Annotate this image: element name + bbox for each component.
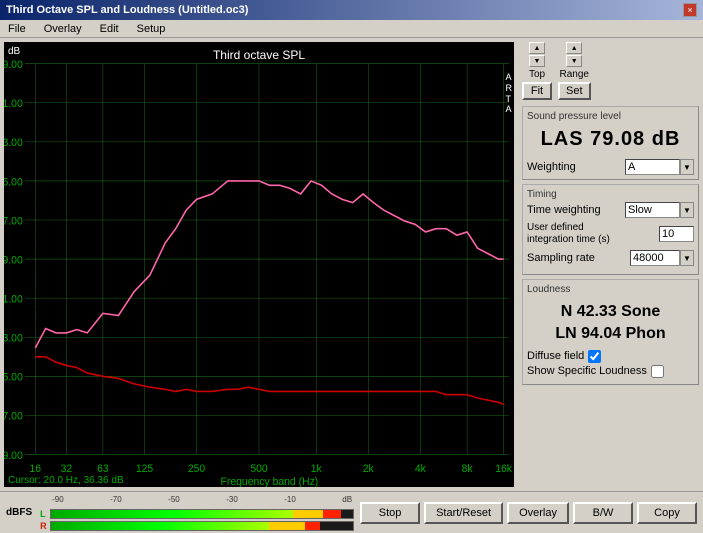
copy-button[interactable]: Copy: [637, 502, 697, 524]
menu-setup[interactable]: Setup: [133, 22, 170, 36]
arta-label: ARTA: [506, 72, 513, 115]
bw-button[interactable]: B/W: [573, 502, 633, 524]
svg-text:17.00: 17.00: [4, 411, 23, 423]
range-arrow-group: ▲ ▼: [566, 42, 582, 67]
timing-section: Timing Time weighting Slow ▼ User define…: [522, 184, 699, 275]
main-content: dB Third octave SPL ARTA: [0, 38, 703, 491]
time-weighting-dropdown[interactable]: Slow: [625, 202, 680, 218]
spl-value: LAS 79.08 dB: [527, 124, 694, 155]
close-button[interactable]: ×: [683, 3, 697, 17]
specific-loudness-row: Show Specific Loudness: [527, 365, 694, 378]
cursor-text: Cursor: 20.0 Hz, 36.36 dB: [8, 475, 124, 486]
top-down-button[interactable]: ▼: [529, 55, 545, 67]
spl-section: Sound pressure level LAS 79.08 dB Weight…: [522, 106, 699, 180]
time-weighting-row: Time weighting Slow ▼: [527, 202, 694, 218]
meter-r-green: [51, 522, 268, 530]
meter-l-yellow: [293, 510, 323, 518]
diffuse-field-row: Diffuse field: [527, 350, 694, 363]
svg-text:89.00: 89.00: [4, 59, 23, 71]
title-bar: Third Octave SPL and Loudness (Untitled.…: [0, 0, 703, 20]
level-meters: -90 -70 -50 -30 -10 dB L R: [40, 495, 354, 531]
meter-l-green: [51, 510, 293, 518]
chart-area: dB Third octave SPL ARTA: [4, 42, 514, 487]
menu-overlay[interactable]: Overlay: [40, 22, 86, 36]
chart-svg: 89.00 81.00 73.00 65.00 57.00 49.00 41.0…: [4, 42, 514, 487]
top-label: Top: [529, 69, 545, 80]
spl-label: Sound pressure level: [527, 111, 694, 122]
diffuse-label: Diffuse field: [527, 350, 584, 362]
meter-r-label: R: [40, 521, 48, 531]
stop-button[interactable]: Stop: [360, 502, 420, 524]
time-weighting-arrow[interactable]: ▼: [680, 202, 694, 218]
bottom-bar: dBFS -90 -70 -50 -30 -10 dB L: [0, 491, 703, 533]
menu-bar: File Overlay Edit Setup: [0, 20, 703, 38]
svg-text:81.00: 81.00: [4, 98, 23, 110]
sampling-row: Sampling rate 48000 ▼: [527, 250, 694, 266]
range-up-button[interactable]: ▲: [566, 42, 582, 54]
chart-title: Third octave SPL: [211, 46, 307, 64]
sampling-dropdown[interactable]: 48000: [630, 250, 680, 266]
scale-minus70: -70: [110, 495, 122, 504]
specific-checkbox[interactable]: [651, 365, 664, 378]
top-arrow-group: ▲ ▼: [529, 42, 545, 67]
start-reset-button[interactable]: Start/Reset: [424, 502, 503, 524]
y-axis-label: dB: [8, 46, 20, 57]
sampling-value: 48000: [633, 252, 664, 264]
range-label: Range: [560, 69, 589, 80]
integration-row: User definedintegration time (s): [527, 222, 694, 246]
loudness-value: N 42.33 Sone LN 94.04 Phon: [527, 297, 694, 350]
weighting-label: Weighting: [527, 161, 576, 173]
svg-text:25.00: 25.00: [4, 371, 23, 383]
scale-minus50: -50: [168, 495, 180, 504]
diffuse-checkbox[interactable]: [588, 350, 601, 363]
svg-text:65.00: 65.00: [4, 176, 23, 188]
svg-text:9.00: 9.00: [4, 450, 23, 462]
meter-l-label: L: [40, 509, 48, 519]
integration-input[interactable]: [659, 226, 694, 242]
sampling-arrow[interactable]: ▼: [680, 250, 694, 266]
right-panel: ▲ ▼ Top Fit ▲ ▼ Range Set Sound pressure…: [518, 38, 703, 491]
svg-text:33.00: 33.00: [4, 332, 23, 344]
scale-minus10: -10: [284, 495, 296, 504]
integration-label: User definedintegration time (s): [527, 222, 610, 246]
meter-bar-r: [50, 521, 354, 531]
meter-l-red: [323, 510, 341, 518]
menu-file[interactable]: File: [4, 22, 30, 36]
weighting-value: A: [628, 161, 635, 173]
top-controls: ▲ ▼ Top Fit ▲ ▼ Range Set: [522, 42, 699, 100]
meter-row-r: R: [40, 521, 354, 531]
scale-minus90: -90: [52, 495, 64, 504]
meter-r-yellow: [269, 522, 305, 530]
scale-minus30: -30: [226, 495, 238, 504]
time-weighting-value: Slow: [628, 204, 652, 216]
meter-row-l: L: [40, 509, 354, 519]
dbfs-label: dBFS: [6, 507, 32, 518]
top-up-button[interactable]: ▲: [529, 42, 545, 54]
sampling-label: Sampling rate: [527, 252, 595, 264]
menu-edit[interactable]: Edit: [96, 22, 123, 36]
set-button[interactable]: Set: [558, 82, 591, 100]
range-down-button[interactable]: ▼: [566, 55, 582, 67]
overlay-button[interactable]: Overlay: [507, 502, 569, 524]
window-title: Third Octave SPL and Loudness (Untitled.…: [6, 4, 248, 16]
fit-button[interactable]: Fit: [522, 82, 552, 100]
timing-label: Timing: [527, 189, 694, 200]
svg-text:41.00: 41.00: [4, 293, 23, 305]
bottom-buttons: Stop Start/Reset Overlay B/W Copy: [360, 502, 697, 524]
meter-r-red: [305, 522, 320, 530]
svg-text:73.00: 73.00: [4, 137, 23, 149]
loudness-label: Loudness: [527, 284, 694, 295]
weighting-arrow[interactable]: ▼: [680, 159, 694, 175]
meter-bar-l: [50, 509, 354, 519]
loudness-section: Loudness N 42.33 Sone LN 94.04 Phon Diff…: [522, 279, 699, 385]
scale-db: dB: [342, 495, 352, 504]
specific-label: Show Specific Loudness: [527, 365, 647, 377]
time-weighting-label: Time weighting: [527, 204, 601, 216]
weighting-row: Weighting A ▼: [527, 159, 694, 175]
svg-text:49.00: 49.00: [4, 254, 23, 266]
weighting-dropdown[interactable]: A: [625, 159, 680, 175]
svg-text:57.00: 57.00: [4, 215, 23, 227]
